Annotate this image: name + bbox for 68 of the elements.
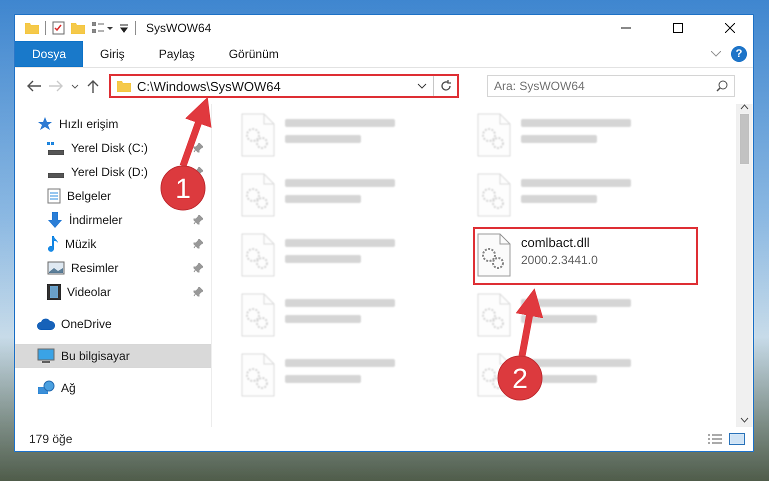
maximize-icon[interactable] <box>673 23 683 33</box>
scroll-thumb[interactable] <box>740 114 749 164</box>
drive-icon <box>47 172 65 178</box>
caret-icon[interactable] <box>71 84 79 88</box>
gear-file-icon <box>241 353 275 397</box>
gear-file-icon <box>477 293 511 337</box>
close-icon[interactable] <box>725 23 735 33</box>
gear-file-icon <box>241 173 275 217</box>
refresh-icon[interactable] <box>440 80 452 92</box>
minimize-icon[interactable] <box>621 27 631 29</box>
star-icon <box>37 116 53 132</box>
search-field[interactable]: Ara: SysWOW64 <box>487 75 735 97</box>
sidebar-item[interactable]: Videolar <box>67 285 111 299</box>
sidebar-item[interactable]: Belgeler <box>67 189 112 203</box>
sidebar-item[interactable]: İndirmeler <box>69 213 122 227</box>
search-icon[interactable] <box>716 80 728 92</box>
sidebar-item[interactable]: OneDrive <box>15 312 211 336</box>
chevron-down-icon[interactable] <box>711 51 721 57</box>
scroll-down-icon[interactable] <box>740 417 749 423</box>
monitor-icon <box>37 348 55 364</box>
gear-file-icon <box>241 233 275 277</box>
recent-caret-button[interactable] <box>69 82 81 90</box>
address-field[interactable]: C:\Windows\SysWOW64 <box>109 74 459 98</box>
cloud-icon <box>37 318 55 330</box>
gear-file-icon <box>477 233 511 277</box>
sidebar-item[interactable]: Müzik <box>65 237 96 251</box>
pin-icon[interactable] <box>193 287 203 297</box>
document-icon <box>47 188 61 204</box>
dropdown-caret-icon[interactable] <box>417 83 427 89</box>
help-icon[interactable]: ? <box>731 46 747 62</box>
download-arrow-icon <box>47 212 63 228</box>
file-tile[interactable]: comlbact.dll 2000.2.3441.0 <box>473 227 698 285</box>
pin-icon[interactable] <box>193 263 203 273</box>
numbered-callout: 2 <box>498 288 544 400</box>
sidebar-item[interactable]: Resimler <box>71 261 118 275</box>
details-view-icon[interactable] <box>707 433 723 445</box>
drive-icon <box>47 142 65 154</box>
music-note-icon <box>47 236 59 252</box>
ribbon-tab[interactable]: Görünüm <box>212 41 296 67</box>
sidebar-item[interactable]: Yerel Disk (C:) <box>71 141 148 155</box>
sidebar-item[interactable]: Bu bilgisayar <box>15 344 211 368</box>
gear-file-icon <box>477 113 511 157</box>
view-list-icon[interactable] <box>91 21 113 35</box>
ribbon-tab[interactable]: Dosya <box>15 41 84 67</box>
sidebar-item[interactable]: Ağ <box>15 376 211 400</box>
picture-icon <box>47 261 65 275</box>
item-count: 179 öğe <box>29 432 74 446</box>
file-name: comlbact.dll <box>521 235 591 250</box>
large-icons-view-icon[interactable] <box>729 433 745 445</box>
numbered-callout: 1 <box>160 96 212 210</box>
gear-file-icon <box>477 173 511 217</box>
scroll-up-icon[interactable] <box>740 104 749 110</box>
gear-file-icon <box>241 293 275 337</box>
network-icon <box>37 380 55 396</box>
ribbon-tab[interactable]: Giriş <box>83 41 142 67</box>
pin-icon[interactable] <box>193 239 203 249</box>
dropdown-caret-icon[interactable] <box>119 23 129 33</box>
pin-icon[interactable] <box>193 215 203 225</box>
folder-icon <box>117 79 131 93</box>
window-title: SysWOW64 <box>146 21 212 35</box>
gear-file-icon <box>241 113 275 157</box>
properties-icon[interactable] <box>52 21 65 35</box>
ribbon-tab[interactable]: Paylaş <box>142 41 212 67</box>
film-icon <box>47 284 61 300</box>
scrollbar[interactable] <box>736 104 753 427</box>
pin-icon[interactable] <box>193 143 203 153</box>
file-detail: 2000.2.3441.0 <box>521 253 598 267</box>
sidebar-item[interactable]: Yerel Disk (D:) <box>71 165 148 179</box>
